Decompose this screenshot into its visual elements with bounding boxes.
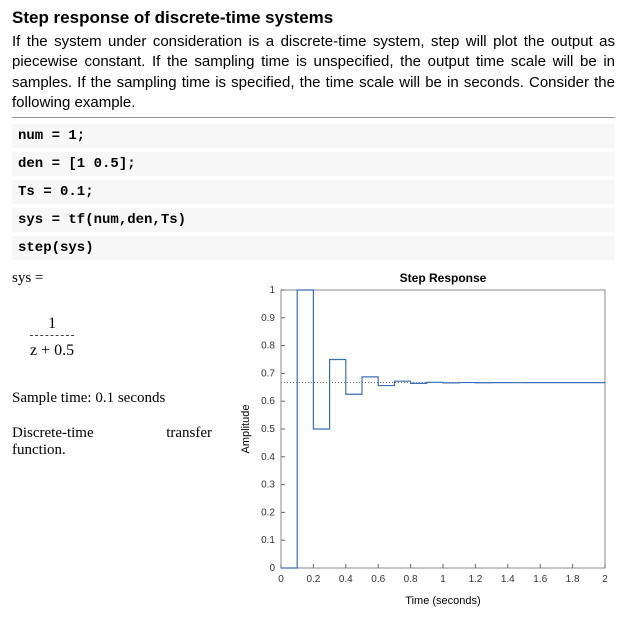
svg-text:0.8: 0.8 — [261, 341, 275, 352]
svg-text:0.4: 0.4 — [339, 574, 353, 585]
svg-text:1.2: 1.2 — [468, 574, 482, 585]
svg-text:1: 1 — [269, 285, 275, 296]
code-line-tf: sys = tf(num,den,Ts) — [12, 208, 615, 232]
section-title: Step response of discrete-time systems — [12, 8, 615, 28]
denominator: z + 0.5 — [30, 336, 74, 360]
svg-text:0.1: 0.1 — [261, 535, 275, 546]
svg-text:1: 1 — [440, 574, 446, 585]
svg-text:0.9: 0.9 — [261, 313, 275, 324]
intro-paragraph: If the system under consideration is a d… — [12, 32, 615, 118]
svg-text:1.6: 1.6 — [533, 574, 547, 585]
svg-text:0.2: 0.2 — [306, 574, 320, 585]
svg-text:1.8: 1.8 — [566, 574, 580, 585]
numerator: 1 — [30, 315, 74, 335]
svg-text:Step Response: Step Response — [400, 271, 487, 285]
svg-text:1.4: 1.4 — [501, 574, 515, 585]
svg-text:0.6: 0.6 — [261, 396, 275, 407]
sample-time-text: Sample time: 0.1 seconds — [12, 390, 235, 407]
step-response-chart: Step Response 0 0.1 0.2 0.3 0.4 0.5 0.6 0.7 0.8 0.… — [235, 270, 615, 610]
dt-tf-line1: Discrete-time transfer — [12, 425, 212, 442]
svg-text:0.8: 0.8 — [404, 574, 418, 585]
chart-svg: Step Response 0 0.1 0.2 0.3 0.4 0.5 0.6 0.7 0.8 0.… — [235, 270, 615, 610]
svg-text:Time (seconds): Time (seconds) — [405, 595, 480, 607]
svg-text:0: 0 — [278, 574, 284, 585]
svg-text:0: 0 — [269, 563, 275, 574]
code-line-step: step(sys) — [12, 236, 615, 260]
svg-text:0.7: 0.7 — [261, 368, 275, 379]
dt-tf-line2: function. — [12, 442, 235, 459]
svg-text:0.2: 0.2 — [261, 507, 275, 518]
code-line-num: num = 1; — [12, 124, 615, 148]
svg-text:0.3: 0.3 — [261, 480, 275, 491]
text-output-column: sys = 1 z + 0.5 Sample time: 0.1 seconds… — [12, 270, 235, 610]
code-line-den: den = [1 0.5]; — [12, 152, 615, 176]
transfer-fraction: 1 z + 0.5 — [30, 315, 74, 360]
svg-text:0.4: 0.4 — [261, 452, 275, 463]
transfer-label: transfer — [166, 425, 212, 442]
code-line-ts: Ts = 0.1; — [12, 180, 615, 204]
svg-text:2: 2 — [602, 574, 608, 585]
dt-label: Discrete-time — [12, 425, 94, 442]
svg-text:Amplitude: Amplitude — [240, 405, 252, 454]
svg-text:0.5: 0.5 — [261, 424, 275, 435]
svg-text:0.6: 0.6 — [371, 574, 385, 585]
sys-equals: sys = — [12, 270, 235, 287]
